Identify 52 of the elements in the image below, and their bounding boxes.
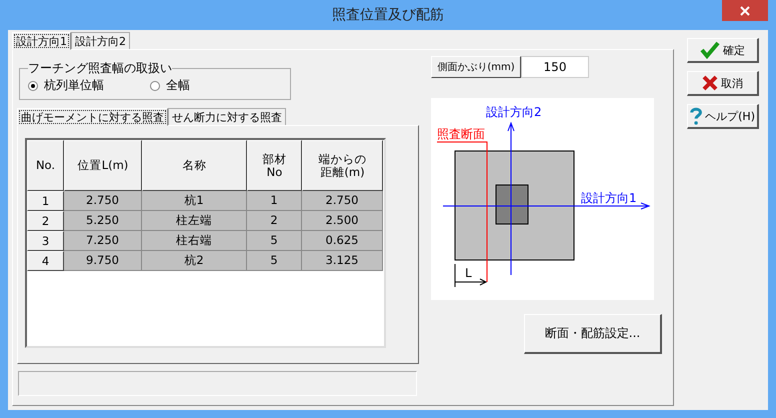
table-cell: 柱左端: [142, 211, 247, 231]
tab[interactable]: 設計方向1: [12, 32, 71, 50]
column-header: 名称: [142, 140, 247, 191]
section-settings-button[interactable]: 断面・配筋設定...: [524, 314, 662, 354]
table-cell: 2: [247, 211, 302, 231]
close-icon: [740, 6, 750, 16]
table-cell: 1: [247, 191, 302, 211]
row-header: 4: [27, 251, 64, 271]
table-cell: 7.250: [64, 231, 142, 251]
table-cell: 0.625: [302, 231, 383, 251]
question-icon: [690, 106, 702, 126]
radio-button[interactable]: [28, 80, 38, 90]
axis-label: 設計方向1: [581, 191, 637, 205]
column-header: No.: [27, 140, 64, 191]
table-cell: 2.750: [64, 191, 142, 211]
tab[interactable]: 設計方向2: [71, 32, 130, 49]
tab[interactable]: せん断力に対する照査: [168, 108, 286, 125]
radio-button[interactable]: [150, 80, 160, 90]
row-header: 1: [27, 191, 64, 211]
column-shape: [496, 184, 528, 224]
window-title: 照査位置及び配筋: [332, 6, 444, 24]
field-label: 側面かぶり(mm): [431, 56, 521, 78]
table-cell: 柱右端: [142, 231, 247, 251]
row-header: 3: [27, 231, 64, 251]
tab[interactable]: 曲げモーメントに対する照査: [17, 108, 168, 126]
axis-label: 設計方向2: [486, 105, 542, 119]
column-header: 位置L(m): [64, 140, 142, 191]
radio-option[interactable]: 杭列単位幅: [28, 77, 104, 94]
column-header: 端からの距離(m): [302, 140, 383, 191]
column-header: 部材 No: [247, 140, 302, 191]
group-title: フーチング照査幅の取扱い: [28, 60, 172, 77]
input-field[interactable]: 150: [521, 56, 589, 78]
section-label: 照査断面: [437, 127, 485, 141]
table-cell: 9.750: [64, 251, 142, 271]
table-cell: 2.750: [302, 191, 383, 211]
radio-option[interactable]: 全幅: [150, 77, 190, 94]
dimension-label: L: [465, 266, 472, 280]
check-icon: [700, 41, 720, 59]
ok-button[interactable]: 確定: [687, 38, 759, 63]
table-cell: 3.125: [302, 251, 383, 271]
table-cell: 5: [247, 231, 302, 251]
table-cell: 杭2: [142, 251, 247, 271]
cancel-button[interactable]: 取消: [687, 71, 759, 96]
row-header: 2: [27, 211, 64, 231]
help-button[interactable]: ヘルプ(H): [687, 104, 759, 129]
dimension-arrow: [454, 264, 488, 288]
table-cell: 5: [247, 251, 302, 271]
table-cell: 杭1: [142, 191, 247, 211]
table-cell: 5.250: [64, 211, 142, 231]
table-cell: 2.500: [302, 211, 383, 231]
close-button[interactable]: [722, 0, 768, 21]
cross-icon: [702, 75, 718, 91]
